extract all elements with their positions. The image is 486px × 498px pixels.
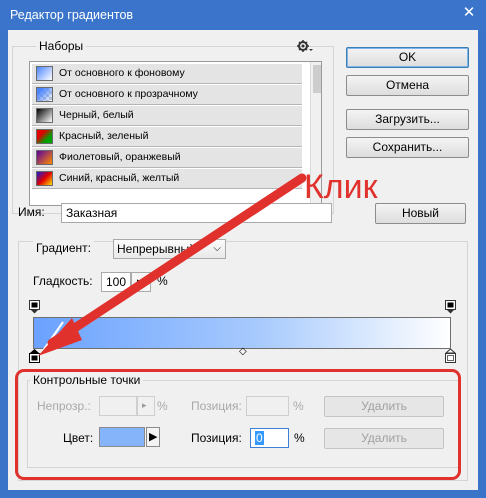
close-icon[interactable]: ✕ [461,5,477,21]
preset-swatch [36,87,53,102]
chevron-right-icon: ▸ [137,276,142,286]
color-stop-right[interactable] [444,348,457,363]
gradient-type-select[interactable]: Непрерывный ⌵ [113,239,226,259]
preset-item[interactable]: Красный, зеленый [32,127,302,147]
new-button[interactable]: Новый [375,203,466,224]
presets-group-title: Наборы [36,39,87,53]
smoothness-unit: % [157,274,168,288]
preset-label: От основного к прозрачному [59,88,198,100]
preset-label: Черный, белый [59,109,134,121]
preset-item[interactable]: От основного к фоновому [32,64,302,84]
title-bar: Редактор градиентов ✕ [0,0,486,30]
opacity-stop-right[interactable] [445,300,456,314]
preset-label: Фиолетовый, оранжевый [59,151,181,163]
smoothness-label: Гладкость: [33,274,93,288]
name-field[interactable]: Заказная [61,203,332,223]
preset-swatch [36,108,53,123]
highlight-frame [15,369,461,480]
gradient-type-label: Градиент: [33,241,95,255]
scrollbar-thumb[interactable] [313,65,321,93]
preset-swatch [36,66,53,81]
presets-list[interactable]: От основного к фоновому От основного к п… [29,61,322,206]
cancel-button[interactable]: Отмена [346,75,469,96]
smoothness-field[interactable]: 100 [101,272,131,292]
ok-button[interactable]: OK [346,47,469,68]
opacity-stop-left[interactable] [29,300,40,314]
gear-icon[interactable] [297,39,313,53]
color-stop-left[interactable] [29,349,40,363]
preset-swatch [36,171,53,186]
midpoint-diamond-icon[interactable]: ◇ [239,346,247,357]
smoothness-stepper[interactable]: ▸ [131,272,151,292]
dialog-window: Редактор градиентов ✕ Наборы От основног… [0,0,486,498]
load-button[interactable]: Загрузить... [346,109,469,130]
preset-item[interactable]: Фиолетовый, оранжевый [32,148,302,168]
preset-item[interactable]: От основного к прозрачному [32,85,302,105]
preset-label: Красный, зеленый [59,130,149,142]
preset-item[interactable]: Черный, белый [32,106,302,126]
gradient-preview-bar[interactable] [33,317,451,349]
save-button[interactable]: Сохранить... [346,137,469,158]
name-label: Имя: [18,205,45,219]
preset-swatch [36,129,53,144]
dialog-body: Наборы От основного к фоновому От основн… [8,30,478,490]
preset-item[interactable]: Синий, красный, желтый [32,169,302,189]
preset-label: Синий, красный, желтый [59,172,180,184]
gradient-type-value: Непрерывный [117,242,196,256]
window-title: Редактор градиентов [10,8,134,22]
preset-swatch [36,150,53,165]
annotation-text: Клик [304,168,378,206]
preset-label: От основного к фоновому [59,67,185,79]
chevron-down-icon: ⌵ [213,243,221,254]
